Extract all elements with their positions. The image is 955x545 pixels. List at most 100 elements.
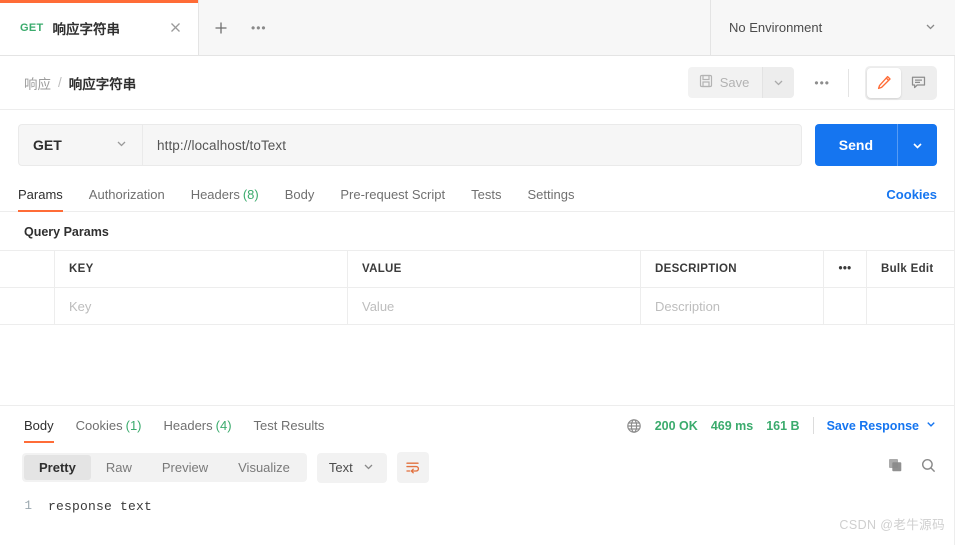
response-tab-body-label: Body — [24, 418, 54, 433]
response-toolbar: Pretty Raw Preview Visualize Text — [0, 442, 955, 493]
save-options-caret[interactable] — [762, 67, 794, 98]
status-code: 200 OK — [655, 419, 698, 433]
request-tab-method: GET — [20, 22, 44, 34]
tab-bar-tools: ••• — [199, 0, 267, 55]
tab-bar: GET 响应字符串 ••• No Environment — [0, 0, 955, 56]
select-all-cell[interactable] — [0, 251, 55, 287]
close-icon[interactable] — [164, 17, 186, 39]
response-tab-test-results[interactable]: Test Results — [254, 418, 325, 442]
response-tab-cookies[interactable]: Cookies(1) — [76, 418, 142, 442]
tab-tests-label: Tests — [471, 187, 501, 202]
query-params-table: KEY VALUE DESCRIPTION ••• Bulk Edit Key … — [0, 250, 955, 325]
response-view-modes: Pretty Raw Preview Visualize — [22, 453, 307, 482]
tab-authorization[interactable]: Authorization — [89, 187, 165, 211]
row-checkbox[interactable] — [0, 288, 55, 324]
view-mode-raw[interactable]: Raw — [91, 455, 147, 480]
key-input[interactable]: Key — [55, 288, 348, 324]
breadcrumb-bar: 响应 / 响应字符串 Save ••• — [0, 56, 955, 110]
comment-icon[interactable] — [901, 68, 935, 98]
response-time: 469 ms — [711, 419, 753, 433]
chevron-down-icon — [924, 20, 937, 36]
response-tools — [887, 457, 937, 479]
value-input[interactable]: Value — [348, 288, 641, 324]
query-params-label: Query Params — [0, 212, 955, 250]
word-wrap-icon[interactable] — [397, 452, 429, 483]
chevron-down-icon — [362, 460, 375, 476]
view-mode-preview[interactable]: Preview — [147, 455, 223, 480]
breadcrumb-separator: / — [58, 75, 62, 90]
view-mode-visualize[interactable]: Visualize — [223, 455, 305, 480]
url-input[interactable]: http://localhost/toText — [142, 124, 802, 166]
line-number: 1 — [0, 499, 48, 514]
response-tab-headers[interactable]: Headers(4) — [164, 418, 232, 442]
response-tab-headers-count: (4) — [216, 418, 232, 433]
search-icon[interactable] — [920, 457, 937, 479]
save-button-label: Save — [720, 75, 750, 90]
tab-pre-request-script-label: Pre-request Script — [340, 187, 445, 202]
response-format-selector[interactable]: Text — [317, 453, 387, 483]
column-header-value: VALUE — [348, 251, 641, 287]
tab-settings-label: Settings — [527, 187, 574, 202]
description-input[interactable]: Description — [641, 288, 824, 324]
view-mode-pretty[interactable]: Pretty — [24, 455, 91, 480]
tab-body[interactable]: Body — [285, 187, 315, 211]
environment-selector[interactable]: No Environment — [710, 0, 955, 55]
tab-settings[interactable]: Settings — [527, 187, 574, 211]
save-button[interactable]: Save — [688, 67, 763, 98]
request-tabs: Params Authorization Headers(8) Body Pre… — [0, 178, 955, 212]
send-options-caret[interactable] — [897, 124, 937, 166]
table-options-icon[interactable]: ••• — [824, 251, 867, 287]
tab-bar-spacer — [267, 0, 710, 55]
breadcrumb-parent[interactable]: 响应 — [24, 73, 51, 93]
column-header-key: KEY — [55, 251, 348, 287]
pencil-icon[interactable] — [867, 68, 901, 98]
floppy-disk-icon — [699, 74, 713, 91]
breadcrumb-current: 响应字符串 — [69, 73, 137, 93]
tab-headers[interactable]: Headers(8) — [191, 187, 259, 211]
tab-tests[interactable]: Tests — [471, 187, 501, 211]
chevron-down-icon — [115, 137, 128, 153]
response-body[interactable]: 1 response text — [0, 493, 955, 514]
tab-headers-count: (8) — [243, 187, 259, 202]
table-header-row: KEY VALUE DESCRIPTION ••• Bulk Edit — [0, 251, 955, 288]
postman-window: GET 响应字符串 ••• No Environment — [0, 0, 955, 545]
response-tabs: Body Cookies(1) Headers(4) Test Results — [0, 406, 955, 442]
row-options-cell — [824, 288, 867, 324]
tab-params[interactable]: Params — [18, 187, 63, 211]
url-bar: GET http://localhost/toText Send — [0, 110, 955, 178]
status-divider — [813, 417, 814, 434]
query-params-empty-area — [0, 325, 955, 405]
response-status-bar: 200 OK 469 ms 161 B Save Response — [626, 417, 937, 442]
watermark: CSDN @老牛源码 — [839, 514, 945, 533]
response-size: 161 B — [766, 419, 799, 433]
response-body-line: response text — [48, 499, 152, 514]
send-button[interactable]: Send — [815, 124, 897, 166]
tab-params-label: Params — [18, 187, 63, 202]
request-tab-active[interactable]: GET 响应字符串 — [0, 0, 199, 55]
tab-bar-more-icon[interactable]: ••• — [251, 21, 267, 35]
response-tab-body[interactable]: Body — [24, 418, 54, 442]
environment-value: No Environment — [729, 20, 822, 35]
tab-authorization-label: Authorization — [89, 187, 165, 202]
response-tab-test-results-label: Test Results — [254, 418, 325, 433]
table-row: Key Value Description — [0, 288, 955, 325]
response-tab-cookies-label: Cookies — [76, 418, 123, 433]
send-button-group: Send — [815, 124, 937, 166]
save-button-group: Save — [688, 67, 795, 98]
http-method-selector[interactable]: GET — [18, 124, 142, 166]
row-bulk-cell — [867, 288, 955, 324]
cookies-link[interactable]: Cookies — [886, 187, 937, 211]
bulk-edit-button[interactable]: Bulk Edit — [867, 251, 955, 287]
copy-icon[interactable] — [887, 457, 904, 479]
view-mode-toggle — [865, 66, 937, 100]
tab-body-label: Body — [285, 187, 315, 202]
chevron-down-icon — [925, 418, 937, 433]
response-tab-cookies-count: (1) — [126, 418, 142, 433]
column-header-description: DESCRIPTION — [641, 251, 824, 287]
save-response-button[interactable]: Save Response — [827, 418, 937, 433]
new-tab-icon[interactable] — [213, 20, 229, 36]
response-pane: Body Cookies(1) Headers(4) Test Results — [0, 405, 955, 514]
url-input-value: http://localhost/toText — [157, 138, 286, 153]
tab-pre-request-script[interactable]: Pre-request Script — [340, 187, 445, 211]
request-more-icon[interactable]: ••• — [814, 76, 830, 90]
